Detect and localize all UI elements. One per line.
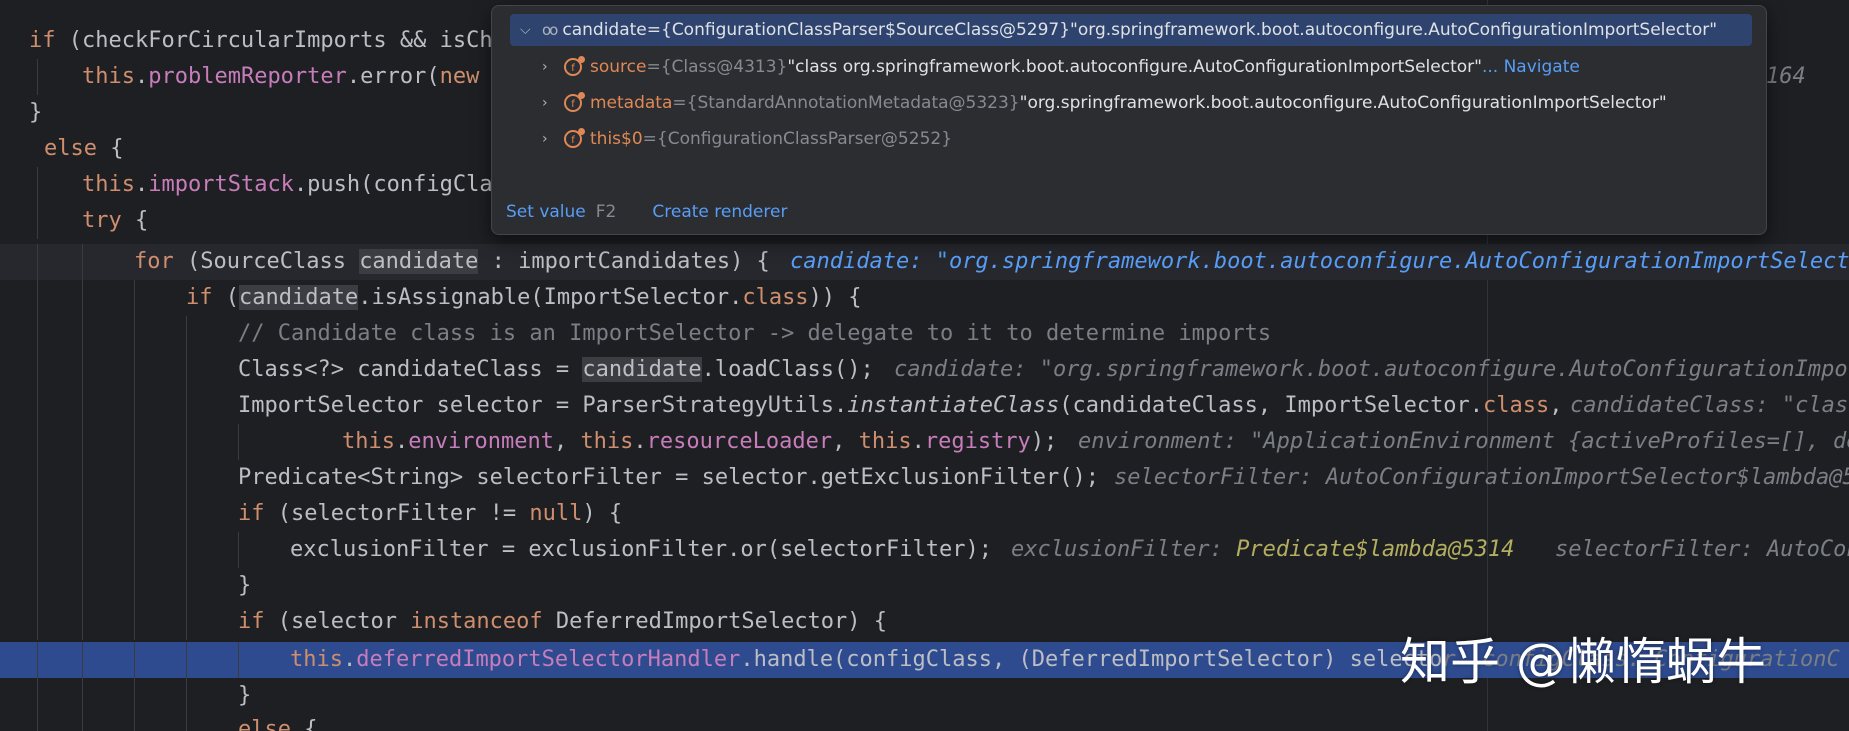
node-ref: {Class@4313} xyxy=(660,57,788,77)
code-text: if (selectorFilter != null) { xyxy=(238,501,623,526)
shortcut-hint: F2 xyxy=(595,202,617,222)
node-value: "org.springframework.boot.autoconfigure.… xyxy=(1070,20,1718,40)
gutter-line-number: 164 xyxy=(1766,64,1806,89)
node-value: "org.springframework.boot.autoconfigure.… xyxy=(1019,93,1667,113)
code-text: Class<?> candidateClass = candidate.load… xyxy=(238,357,874,382)
code-line[interactable]: // Candidate class is an ImportSelector … xyxy=(0,316,1849,352)
code-text: if (checkForCircularImports && isCha xyxy=(29,28,506,53)
node-name: candidate xyxy=(562,20,647,40)
code-text: ImportSelector selector = ParserStrategy… xyxy=(238,393,1563,418)
code-text: try { xyxy=(82,208,149,233)
code-text: if (candidate.isAssignable(ImportSelecto… xyxy=(186,285,862,310)
tree-node-source[interactable]: › f source = {Class@4313} "class org.spr… xyxy=(542,51,1580,83)
set-value-link[interactable]: Set value xyxy=(506,202,586,222)
inline-debug-value: exclusionFilter: Predicate$lambda@5314 xyxy=(1011,537,1515,562)
create-renderer-link[interactable]: Create renderer xyxy=(652,202,787,222)
code-text: this.problemReporter.error(new ( xyxy=(82,64,506,89)
field-icon: f xyxy=(564,128,585,148)
code-text: this.environment, this.resourceLoader, t… xyxy=(342,429,1058,454)
field-icon: f xyxy=(564,56,585,76)
inline-debug-value: candidate: "org.springframework.boot.aut… xyxy=(894,357,1849,382)
chevron-right-icon[interactable]: › xyxy=(542,51,564,83)
chevron-down-icon[interactable]: ⌵ xyxy=(520,14,542,46)
code-line[interactable]: if (selectorFilter != null) { xyxy=(0,496,1849,532)
code-line-current[interactable]: for (SourceClass candidate : importCandi… xyxy=(0,244,1849,280)
code-line[interactable]: exclusionFilter = exclusionFilter.or(sel… xyxy=(0,532,1849,568)
code-line[interactable]: Class<?> candidateClass = candidate.load… xyxy=(0,352,1849,388)
chevron-right-icon[interactable]: › xyxy=(542,123,564,155)
code-text: if (selector instanceof DeferredImportSe… xyxy=(238,609,888,634)
code-line[interactable]: if (candidate.isAssignable(ImportSelecto… xyxy=(0,280,1849,316)
code-text: else { xyxy=(44,136,124,161)
inline-debug-value: candidateClass: "class xyxy=(1570,393,1849,418)
code-text: } xyxy=(29,100,43,125)
watermark: 知乎 @懒惰蜗牛 xyxy=(1400,633,1766,691)
tree-node-this0[interactable]: › f this$0 = {ConfigurationClassParser@5… xyxy=(542,123,952,155)
watch-glasses-icon: oo xyxy=(542,21,558,39)
code-text: for (SourceClass candidate : importCandi… xyxy=(134,249,770,274)
code-text: exclusionFilter = exclusionFilter.or(sel… xyxy=(290,537,992,562)
code-text: } xyxy=(238,683,252,708)
code-line[interactable]: } xyxy=(0,568,1849,604)
node-ref: {StandardAnnotationMetadata@5323} xyxy=(686,93,1020,113)
node-ref: {ConfigurationClassParser@5252} xyxy=(656,129,953,149)
node-ref: {ConfigurationClassParser$SourceClass@52… xyxy=(661,20,1071,40)
node-name: this$0 xyxy=(590,129,643,149)
code-text: Predicate<String> selectorFilter = selec… xyxy=(238,465,1099,490)
node-name: source xyxy=(590,57,647,77)
debug-value-popup[interactable]: ⌵ oo candidate = {ConfigurationClassPars… xyxy=(491,5,1767,235)
code-text: } xyxy=(238,573,252,598)
inline-debug-value: candidate: "org.springframework.boot.aut… xyxy=(790,249,1849,274)
inline-debug-value: environment: "ApplicationEnvironment {ac… xyxy=(1078,429,1849,454)
field-icon: f xyxy=(564,92,585,112)
node-value: "class org.springframework.boot.autoconf… xyxy=(787,57,1482,77)
code-line[interactable]: this.environment, this.resourceLoader, t… xyxy=(0,424,1849,460)
tree-node-metadata[interactable]: › f metadata = {StandardAnnotationMetada… xyxy=(542,87,1667,119)
node-name: metadata xyxy=(590,93,673,113)
inline-debug-value: selectorFilter: AutoCon xyxy=(1555,537,1849,562)
code-line[interactable]: else { xyxy=(0,712,1849,731)
popup-footer: Set value F2 Create renderer xyxy=(506,202,787,222)
inline-debug-value: selectorFilter: AutoConfigurationImportS… xyxy=(1114,465,1849,490)
code-text: else { xyxy=(238,717,318,731)
tree-node-candidate[interactable]: ⌵ oo candidate = {ConfigurationClassPars… xyxy=(510,14,1752,46)
code-line[interactable]: Predicate<String> selectorFilter = selec… xyxy=(0,460,1849,496)
navigate-link[interactable]: ... Navigate xyxy=(1482,51,1580,83)
chevron-right-icon[interactable]: › xyxy=(542,87,564,119)
code-text: this.importStack.push(configClas xyxy=(82,172,506,197)
code-line[interactable]: ImportSelector selector = ParserStrategy… xyxy=(0,388,1849,424)
code-comment: // Candidate class is an ImportSelector … xyxy=(238,321,1272,346)
